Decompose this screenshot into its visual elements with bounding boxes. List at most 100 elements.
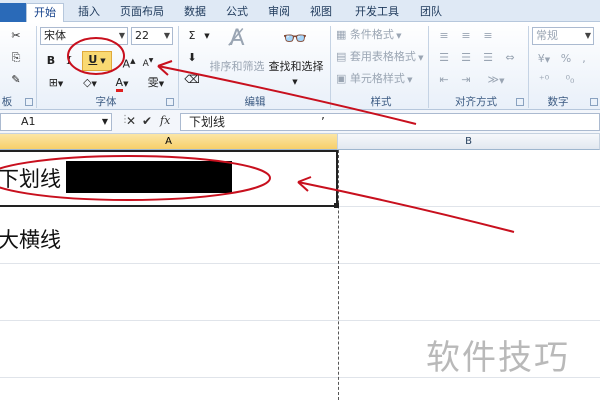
sort-filter-button[interactable]: 排序和筛选 [206, 59, 268, 75]
page-break-line [338, 150, 339, 400]
grow-font-label: A [122, 57, 131, 71]
chevron-down-icon: ▼ [100, 57, 106, 65]
fill-handle[interactable] [334, 203, 339, 208]
autosum-button[interactable]: Σ [183, 28, 201, 44]
text-cursor-mark: ’ [321, 115, 325, 129]
conditional-format-icon: ▦ [336, 28, 350, 41]
find-select-button[interactable]: 查找和选择 [266, 59, 326, 75]
font-size-select[interactable]: 22 ▼ [131, 27, 173, 45]
format-painter-icon[interactable]: ✎ [8, 72, 24, 88]
tab-insert[interactable]: 插入 [72, 3, 106, 22]
merge-cells-icon[interactable]: ⇔ [502, 50, 518, 66]
name-box[interactable]: A1 ▼ [0, 113, 112, 131]
tab-data[interactable]: 数据 [178, 3, 212, 22]
underline-blank-fill [66, 161, 232, 193]
cell-styles-icon: ▣ [336, 72, 350, 85]
tab-page-layout[interactable]: 页面布局 [112, 3, 172, 22]
increase-indent-icon[interactable]: ⇥ [458, 72, 474, 88]
align-top-icon[interactable]: ≡ [436, 28, 452, 44]
align-right-icon[interactable]: ☰ [480, 50, 496, 66]
chevron-down-icon: ▼ [584, 31, 591, 40]
formula-input[interactable]: 下划线 ’ [180, 113, 600, 131]
font-color-button[interactable]: A▼ [110, 75, 134, 92]
ribbon-tab-bar: 开始 插入 页面布局 数据 公式 审阅 视图 开发工具 团队 [0, 0, 600, 22]
styles-group-label: 样式 [370, 96, 392, 108]
chevron-down-icon: ▼ [101, 117, 108, 126]
currency-icon[interactable]: ¥▼ [534, 51, 554, 68]
clipboard-group-label: 板 [1, 96, 13, 108]
insert-function-icon[interactable]: fx [160, 114, 170, 127]
underline-button[interactable]: U ▼ [82, 51, 112, 71]
number-format-select[interactable]: 常规 ▼ [532, 27, 594, 45]
align-center-icon[interactable]: ☰ [458, 50, 474, 66]
group-separator [178, 26, 179, 108]
font-color-label: A [115, 76, 124, 92]
column-header-b[interactable]: B [338, 134, 600, 150]
font-size-value: 22 [135, 29, 149, 42]
file-tab-edge[interactable] [0, 3, 26, 22]
cell-styles-label: 单元格样式 [349, 72, 405, 85]
column-header-a[interactable]: A [0, 134, 338, 150]
tab-formulas[interactable]: 公式 [220, 3, 254, 22]
cut-icon[interactable]: ✂ [8, 28, 24, 44]
table-format-button[interactable]: ▤ 套用表格格式 ▼ [336, 49, 436, 66]
chevron-down-icon: ▼ [204, 32, 210, 40]
sort-filter-icon: A̸ [229, 26, 245, 51]
copy-icon[interactable]: ⎘ [8, 50, 24, 66]
number-launcher-icon[interactable] [590, 98, 598, 106]
name-box-value: A1 [21, 115, 36, 128]
watermark-text: 软件技巧 [426, 338, 570, 378]
align-middle-icon[interactable]: ≡ [458, 28, 474, 44]
orientation-icon[interactable]: ≫▼ [484, 72, 508, 89]
font-name-value: 宋体 [44, 29, 66, 42]
group-separator [428, 26, 429, 108]
align-left-icon[interactable]: ☰ [436, 50, 452, 66]
shrink-font-button[interactable]: A▼ [141, 53, 155, 72]
font-launcher-icon[interactable] [166, 98, 174, 106]
font-group-label: 字体 [95, 96, 117, 108]
phonetic-icon[interactable]: 雯▼ [144, 75, 168, 92]
alignment-group-label: 对齐方式 [455, 96, 497, 108]
conditional-format-label: 条件格式 [349, 28, 394, 41]
tab-team[interactable]: 团队 [414, 3, 448, 22]
increase-decimal-icon[interactable]: ⁺⁰ [534, 72, 554, 88]
number-group-label: 数字 [547, 96, 569, 108]
percent-button[interactable]: % [560, 51, 572, 67]
cancel-icon[interactable]: ✕ [126, 114, 136, 128]
row-gridline [0, 320, 600, 321]
borders-icon[interactable]: ⊞▼ [44, 75, 68, 92]
alignment-launcher-icon[interactable] [516, 98, 524, 106]
decrease-decimal-icon[interactable]: ⁰₀ [560, 72, 580, 88]
editing-group-label: 编辑 [244, 96, 266, 108]
tab-developer[interactable]: 开发工具 [346, 3, 408, 22]
underline-label: U [88, 53, 98, 66]
chevron-down-icon: ▼ [163, 31, 170, 40]
tab-review[interactable]: 审阅 [262, 3, 296, 22]
align-bottom-icon[interactable]: ≡ [480, 28, 496, 44]
cell-styles-button[interactable]: ▣ 单元格样式 ▼ [336, 71, 426, 88]
formula-value: 下划线 [189, 115, 226, 129]
tab-view[interactable]: 视图 [304, 3, 338, 22]
binoculars-icon: 👓 [282, 26, 308, 50]
grow-font-button[interactable]: A▲ [122, 53, 136, 73]
fill-color-icon[interactable]: ◇▼ [78, 75, 102, 92]
clear-icon[interactable]: ⌫ [183, 72, 201, 88]
bold-button[interactable]: B [44, 53, 58, 69]
table-format-label: 套用表格格式 [349, 50, 416, 63]
group-separator [528, 26, 529, 108]
font-name-select[interactable]: 宋体 ▼ [40, 27, 128, 45]
group-separator [36, 26, 37, 108]
fill-icon[interactable]: ⬇ [183, 50, 201, 66]
decrease-indent-icon[interactable]: ⇤ [436, 72, 452, 88]
conditional-format-button[interactable]: ▦ 条件格式 ▼ [336, 27, 426, 44]
clipboard-launcher-icon[interactable] [25, 98, 33, 106]
comma-button[interactable]: , [578, 51, 590, 67]
cell-a1-text: 下划线 [0, 167, 61, 191]
enter-icon[interactable]: ✔ [142, 114, 152, 128]
tab-home[interactable]: 开始 [26, 3, 64, 22]
table-format-icon: ▤ [336, 50, 350, 63]
group-separator [330, 26, 331, 108]
ribbon: ✂ ⎘ ✎ 板 宋体 ▼ 22 ▼ B I U ▼ A▲ A▼ ⊞▼ ◇▼ A▼ … [0, 22, 600, 110]
number-format-value: 常规 [536, 29, 558, 42]
italic-button[interactable]: I [62, 53, 76, 69]
